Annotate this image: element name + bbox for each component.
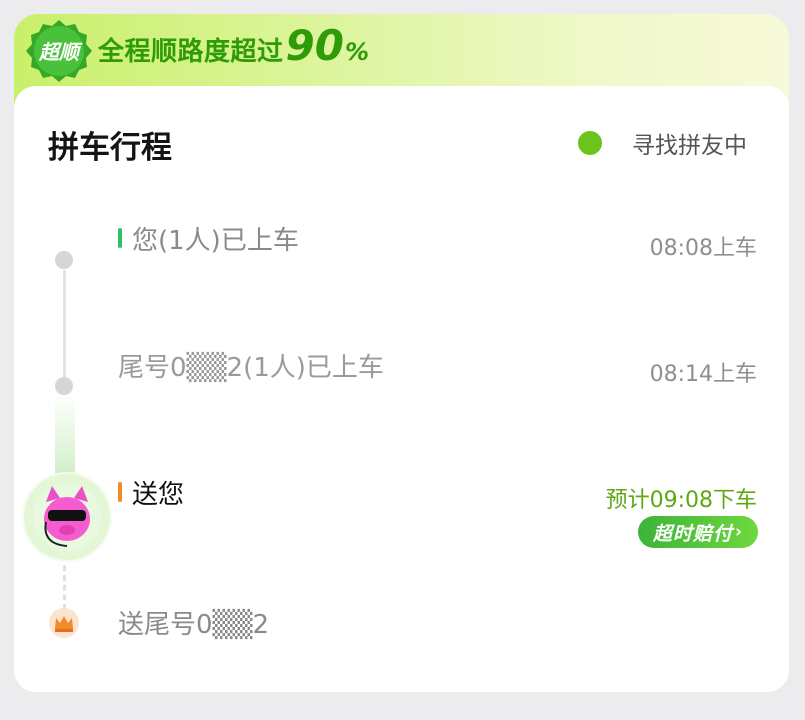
status-text: 寻找拼友中 [632, 133, 747, 159]
timeline-item-text: 您(1人)已上车 [132, 226, 299, 256]
smoothness-percent: 90 [285, 21, 344, 70]
current-marker [118, 482, 122, 502]
chevron-right-icon: › [735, 522, 744, 542]
svg-text:超顺: 超顺 [38, 40, 83, 64]
timeline-item-text: 送您 [132, 480, 185, 510]
timeline-progress-line [55, 394, 75, 482]
crown-icon [49, 608, 79, 638]
timeline-item-text: 送尾号0▒▒2 [118, 610, 270, 640]
carpool-trip-card [14, 86, 789, 692]
status-dot-icon [578, 131, 602, 155]
avatar-pig-icon [33, 483, 101, 551]
overtime-compensation-button[interactable]: 超时赔付 › [638, 516, 758, 548]
avatar [22, 472, 112, 562]
timeline-node [55, 251, 73, 269]
smoothness-banner: 全程顺路度超过 90 % [98, 21, 370, 70]
percent-sign: % [344, 38, 370, 66]
timeline-line [63, 270, 66, 384]
super-smooth-badge-icon: 超顺 [26, 20, 92, 82]
overtime-compensation-label: 超时赔付 [652, 522, 733, 545]
page-title: 拼车行程 [48, 130, 172, 166]
timeline-node [55, 377, 73, 395]
smoothness-label: 全程顺路度超过 [98, 37, 284, 67]
estimated-dropoff-time: 预计09:08下车 [605, 488, 757, 513]
timeline-item-time: 08:14上车 [649, 362, 757, 387]
timeline-item-text: 尾号0▒▒2(1人)已上车 [118, 353, 384, 383]
boarded-marker [118, 228, 122, 248]
timeline-item-time: 08:08上车 [649, 236, 757, 261]
